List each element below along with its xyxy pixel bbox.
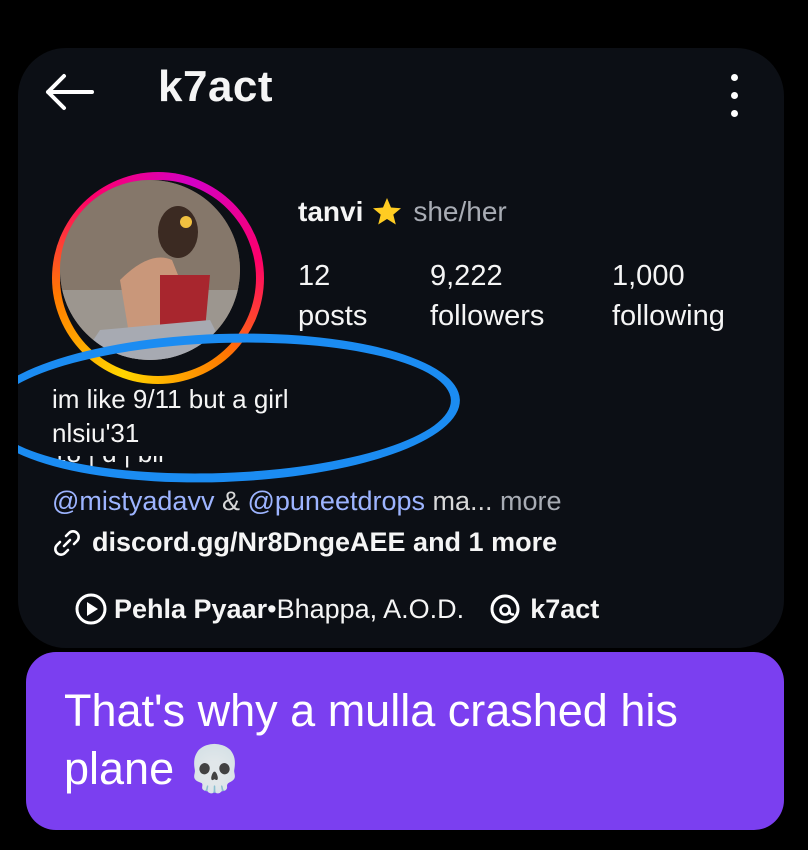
more-link[interactable]: more [493,486,562,516]
mention-link[interactable]: @puneetdrops [247,486,425,516]
song-title: Pehla Pyaar [114,593,268,624]
highlight-circle-annotation [18,325,463,491]
separator: • [267,593,277,624]
message-bubble: That's why a mulla crashed his plane 💀 [26,652,784,830]
play-circle-icon [75,593,107,625]
more-vertical-icon[interactable] [720,70,748,122]
arrow-left-icon[interactable] [44,72,96,112]
link-icon [54,529,80,556]
threads-handle[interactable]: k7act [530,594,599,625]
mention-link[interactable]: @mistyadavv [52,486,214,516]
avatar [60,180,240,360]
stat-following[interactable]: 1,000 following [612,256,725,336]
music-row[interactable]: Pehla Pyaar • Bhappa, A.O.D. k7act [74,592,599,626]
stat-value: 12 [298,260,331,292]
threads-icon[interactable] [488,592,522,626]
star-emoji-icon [373,198,402,225]
message-text: That's why a mulla crashed his plane 💀 [64,685,678,794]
pronouns: she/her [413,196,507,227]
profile-name-row: tanvi she/her [298,196,507,228]
stat-followers[interactable]: 9,222 followers [430,256,544,336]
stat-label: followers [430,300,545,332]
bio-mentions: @mistyadavv & @puneetdrops ma... more [52,486,562,516]
display-name: tanvi [298,196,364,227]
song-artist: Bhappa, A.O.D. [276,593,465,624]
stat-value: 9,222 [430,260,503,292]
stat-value: 1,000 [612,260,685,292]
stat-label: posts [298,300,368,332]
profile-card: k7act tanvi she/her 12 posts 9,222 follo… [18,48,784,648]
stat-posts[interactable]: 12 posts [298,256,367,336]
link-text: discord.gg/Nr8DngeAEE and 1 more [92,527,558,557]
page-title: k7act [158,62,274,111]
bio-link[interactable]: discord.gg/Nr8DngeAEE and 1 more [52,527,557,558]
stat-label: following [612,300,725,332]
top-bar: k7act [18,48,784,138]
